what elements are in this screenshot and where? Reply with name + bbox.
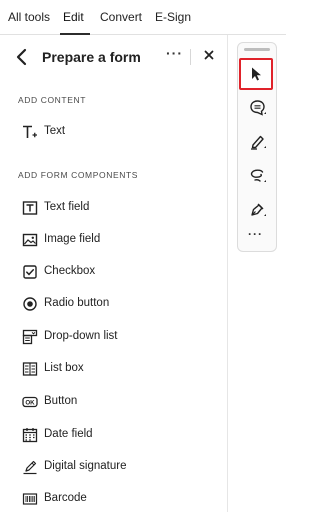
image-field-icon xyxy=(22,233,38,247)
barcode-icon xyxy=(22,493,38,505)
item-label: Image field xyxy=(44,233,101,245)
item-label: Text xyxy=(44,125,66,137)
comment-icon xyxy=(250,100,266,116)
ok-button-icon: OK xyxy=(22,396,38,408)
tool-item-date-field[interactable]: Date field xyxy=(12,421,217,449)
item-label: Digital signature xyxy=(44,460,127,472)
tool-item-button[interactable]: OK Button xyxy=(12,388,217,416)
tab-all-tools[interactable]: All tools xyxy=(8,10,50,24)
drag-handle[interactable] xyxy=(244,48,270,51)
top-nav: All tools Edit Convert E-Sign xyxy=(0,0,286,35)
highlight-tool-button[interactable] xyxy=(242,127,272,155)
pen-tool-button[interactable] xyxy=(242,195,272,223)
tool-item-digital-signature[interactable]: Digital signature xyxy=(12,453,217,481)
tool-item-text[interactable]: Text xyxy=(12,118,217,146)
item-label: Checkbox xyxy=(44,265,96,277)
highlighter-icon xyxy=(251,135,266,150)
checkbox-icon xyxy=(23,265,37,279)
prepare-form-panel: Prepare a form ··· ADD CONTENT Text ADD … xyxy=(0,35,228,512)
header-divider xyxy=(190,49,191,65)
draw-lasso-icon xyxy=(250,169,266,182)
radio-button-icon xyxy=(23,297,37,311)
item-label: List box xyxy=(44,362,84,374)
item-label: Radio button xyxy=(44,297,110,309)
close-icon xyxy=(204,50,214,60)
item-label: Text field xyxy=(44,201,90,213)
tool-item-radio-button[interactable]: Radio button xyxy=(12,290,217,318)
section-add-content: ADD CONTENT xyxy=(18,95,86,105)
tab-edit[interactable]: Edit xyxy=(63,10,84,24)
select-tool-button[interactable] xyxy=(239,58,273,90)
list-box-icon xyxy=(22,362,38,376)
tab-convert[interactable]: Convert xyxy=(100,10,142,24)
item-label: Date field xyxy=(44,428,93,440)
quick-tools-rail: ··· xyxy=(237,42,277,252)
date-field-icon xyxy=(22,428,38,443)
dropdown-list-icon xyxy=(22,329,38,345)
panel-title: Prepare a form xyxy=(42,49,141,65)
item-label: Button xyxy=(44,395,78,407)
section-add-form-components: ADD FORM COMPONENTS xyxy=(18,170,139,180)
tool-item-checkbox[interactable]: Checkbox xyxy=(12,258,217,286)
draw-tool-button[interactable] xyxy=(242,161,272,189)
comment-tool-button[interactable] xyxy=(242,93,272,121)
svg-text:OK: OK xyxy=(25,400,35,407)
tab-e-sign[interactable]: E-Sign xyxy=(155,10,191,24)
pen-tools-icon xyxy=(251,203,266,216)
back-button[interactable] xyxy=(14,47,30,67)
tool-item-image-field[interactable]: Image field xyxy=(12,226,217,254)
tool-item-list-box[interactable]: List box xyxy=(12,355,217,383)
chevron-left-icon xyxy=(16,48,27,66)
more-options-button[interactable]: ··· xyxy=(166,45,182,65)
cursor-arrow-icon xyxy=(252,67,261,81)
text-add-icon xyxy=(23,125,37,138)
close-button[interactable] xyxy=(202,47,216,63)
item-label: Barcode xyxy=(44,492,87,504)
panel-header: Prepare a form ··· xyxy=(0,35,228,79)
item-label: Drop-down list xyxy=(44,330,118,342)
text-field-icon xyxy=(22,201,38,215)
tool-item-barcode[interactable]: Barcode xyxy=(12,485,217,512)
tool-item-dropdown-list[interactable]: Drop-down list xyxy=(12,323,217,351)
digital-signature-icon xyxy=(23,460,37,475)
tool-item-text-field[interactable]: Text field xyxy=(12,194,217,222)
more-tools-button[interactable]: ··· xyxy=(248,227,263,241)
